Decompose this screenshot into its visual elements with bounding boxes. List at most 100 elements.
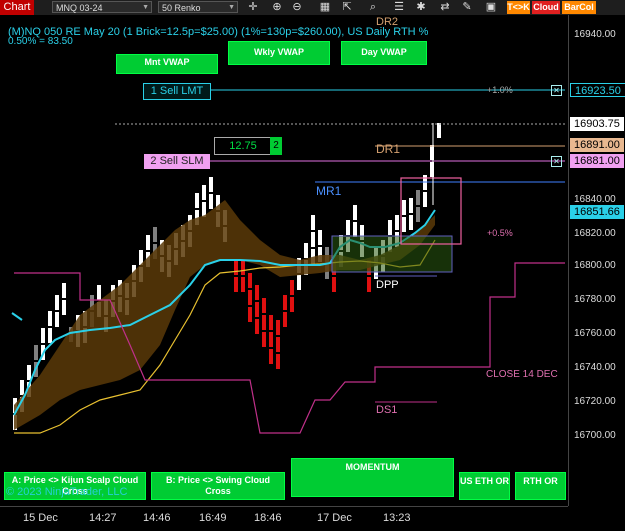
order-qty-field[interactable]: 12.75: [214, 137, 272, 155]
cloud-toggle[interactable]: Cloud: [532, 1, 560, 14]
x-tick: 17 Dec: [317, 512, 352, 524]
sell-slm-order[interactable]: 2 Sell SLM: [144, 154, 210, 169]
strategy-icon[interactable]: ✱: [414, 1, 428, 13]
barcol-toggle[interactable]: BarCol: [562, 1, 596, 14]
mnt-vwap-button[interactable]: Mnt VWAP: [116, 54, 218, 74]
instrument-selector[interactable]: MNQ 03-24 ▼: [52, 1, 152, 13]
sell-lmt-price-tag: 16923.50: [570, 83, 625, 97]
renko-brick: [395, 215, 399, 230]
y-tick: 16740.00: [574, 362, 616, 373]
renko-brick: [27, 365, 31, 380]
renko-brick: [290, 280, 294, 295]
pointer-icon[interactable]: ⇱: [340, 1, 354, 13]
renko-brick: [311, 232, 315, 247]
renko-brick: [146, 235, 150, 250]
bar-type-selector[interactable]: 50 Renko ▼: [158, 1, 238, 13]
renko-brick: [262, 315, 266, 330]
renko-brick: [367, 277, 371, 292]
ninjatrader-chart-window: { "toolbar": { "tab_label": "Chart", "in…: [0, 0, 625, 531]
ds1-label: DS1: [376, 404, 398, 416]
day-vwap-button[interactable]: Day VWAP: [341, 41, 427, 65]
screenshot-icon[interactable]: ▣: [484, 1, 498, 13]
close-order-icon[interactable]: ✕: [551, 156, 562, 167]
copyright-text: © 2023 NinjaTrader, LLC: [6, 486, 128, 498]
tk-toggle[interactable]: T<>K: [507, 1, 530, 14]
renko-brick: [55, 295, 59, 310]
crosshair-icon[interactable]: ✛: [246, 1, 260, 13]
wkly-vwap-button[interactable]: Wkly VWAP: [228, 41, 330, 65]
renko-brick: [276, 354, 280, 369]
cyan-stub: [11, 312, 23, 321]
sell-lmt-order[interactable]: 1 Sell LMT: [143, 83, 211, 100]
y-tick: 16800.00: [574, 260, 616, 271]
renko-brick: [234, 260, 238, 275]
y-tick: 16760.00: [574, 328, 616, 339]
y-tick: 16940.00: [574, 29, 616, 40]
chart-tab[interactable]: Chart: [0, 0, 34, 15]
rth-or-button[interactable]: RTH OR: [515, 472, 566, 500]
renko-brick: [234, 277, 238, 292]
mr1-price-tag: 16851.66: [570, 205, 624, 219]
renko-brick: [416, 207, 420, 222]
renko-brick: [423, 192, 427, 207]
renko-brick: [283, 312, 287, 327]
us-eth-or-button[interactable]: US ETH OR: [459, 472, 510, 500]
y-tick: 16840.00: [574, 194, 616, 205]
renko-brick: [34, 345, 38, 360]
x-tick: 15 Dec: [23, 512, 58, 524]
close-label: CLOSE 14 DEC: [486, 369, 558, 380]
slm-price-tag: 16881.00: [570, 154, 624, 168]
renko-brick: [55, 312, 59, 327]
renko-brick: [241, 260, 245, 275]
renko-brick: [48, 328, 52, 343]
momentum-button[interactable]: MOMENTUM: [291, 458, 454, 497]
renko-brick: [195, 193, 199, 208]
renko-brick: [248, 290, 252, 305]
instrument-label: MNQ 03-24: [56, 3, 103, 13]
renko-brick: [353, 205, 357, 220]
renko-brick: [437, 123, 441, 138]
time-axis[interactable]: [0, 506, 568, 531]
properties-icon[interactable]: ☰: [392, 1, 406, 13]
mr1-label: MR1: [316, 184, 342, 198]
zoom-in-icon[interactable]: ⊕: [270, 1, 284, 13]
plus-half-percent-label: +0.5%: [487, 228, 513, 238]
renko-brick: [248, 307, 252, 322]
close-order-icon[interactable]: ✕: [551, 85, 562, 96]
renko-brick: [48, 311, 52, 326]
y-tick: 16720.00: [574, 396, 616, 407]
x-tick: 16:49: [199, 512, 227, 524]
renko-brick: [248, 273, 252, 288]
renko-brick: [353, 222, 357, 237]
renko-brick: [202, 185, 206, 200]
dpp-label: DPP: [376, 279, 399, 291]
order-count-badge: 2: [270, 137, 282, 155]
renko-brick: [332, 277, 336, 292]
chart-trader-icon[interactable]: ⇄: [438, 1, 452, 13]
renko-brick: [20, 380, 24, 395]
renko-brick: [276, 320, 280, 335]
chart-info-percent: 0.50% = 83.50: [8, 36, 73, 47]
price-swing-cross-button[interactable]: B: Price <> Swing Cloud Cross: [151, 472, 285, 500]
renko-brick: [153, 227, 157, 242]
renko-brick: [402, 217, 406, 232]
renko-brick: [311, 215, 315, 230]
price-chart-canvas[interactable]: [0, 15, 568, 506]
search-icon[interactable]: ⌕: [366, 1, 380, 13]
zoom-out-icon[interactable]: ⊖: [290, 1, 304, 13]
grid-icon[interactable]: ▦: [318, 1, 332, 13]
renko-brick: [255, 302, 259, 317]
draw-tool-icon[interactable]: ✎: [460, 1, 474, 13]
renko-brick: [262, 298, 266, 313]
renko-brick: [269, 315, 273, 330]
renko-brick: [62, 283, 66, 298]
last-price-tag: 16903.75: [570, 117, 624, 131]
renko-brick: [41, 328, 45, 343]
y-tick: 16780.00: [574, 294, 616, 305]
renko-brick: [346, 220, 350, 235]
renko-brick: [416, 190, 420, 205]
renko-brick: [304, 243, 308, 258]
renko-brick: [209, 177, 213, 192]
renko-brick: [97, 285, 101, 300]
renko-brick: [290, 297, 294, 312]
